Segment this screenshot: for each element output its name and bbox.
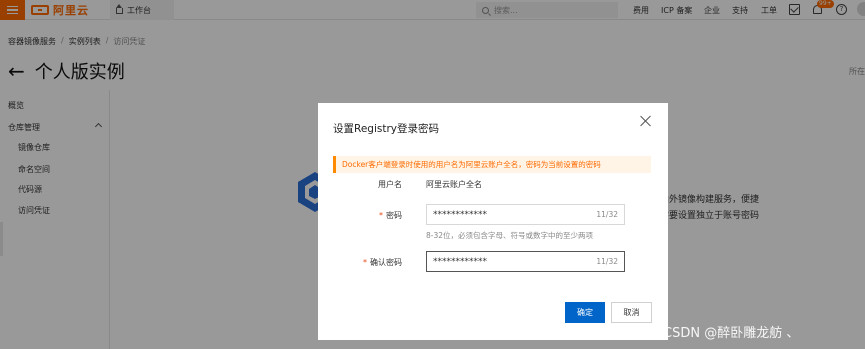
password-input[interactable] xyxy=(433,209,597,220)
password-field[interactable]: 11/32 xyxy=(426,204,625,225)
username-value: 阿里云账户全名 xyxy=(426,180,482,189)
close-icon[interactable] xyxy=(639,114,653,128)
required-mark: * xyxy=(379,211,383,220)
cancel-button[interactable]: 取消 xyxy=(611,302,652,323)
confirm-password-counter: 11/32 xyxy=(596,257,618,266)
ok-button[interactable]: 确定 xyxy=(565,302,605,323)
password-counter: 11/32 xyxy=(596,210,618,219)
notice-banner: Docker客户端登录时使用的用户名为阿里云账户全名，密码为当前设置的密码 xyxy=(333,156,651,173)
password-hint: 8-32位，必须包含字母、符号或数字中的至少两项 xyxy=(426,231,594,240)
confirm-password-input[interactable] xyxy=(433,256,597,267)
password-label: * 密码 xyxy=(379,210,402,221)
watermark: CSDN @醉卧雕龙舫 、 xyxy=(663,326,800,341)
confirm-password-field[interactable]: 11/32 xyxy=(426,251,625,272)
username-label: 用户名 xyxy=(378,180,402,189)
password-label-text: 密码 xyxy=(386,211,402,220)
required-mark: * xyxy=(363,258,367,267)
set-password-dialog: 设置Registry登录密码 Docker客户端登录时使用的用户名为阿里云账户全… xyxy=(318,103,668,340)
confirm-password-label: * 确认密码 xyxy=(363,257,402,268)
dialog-title: 设置Registry登录密码 xyxy=(333,123,439,135)
confirm-password-label-text: 确认密码 xyxy=(370,258,402,267)
